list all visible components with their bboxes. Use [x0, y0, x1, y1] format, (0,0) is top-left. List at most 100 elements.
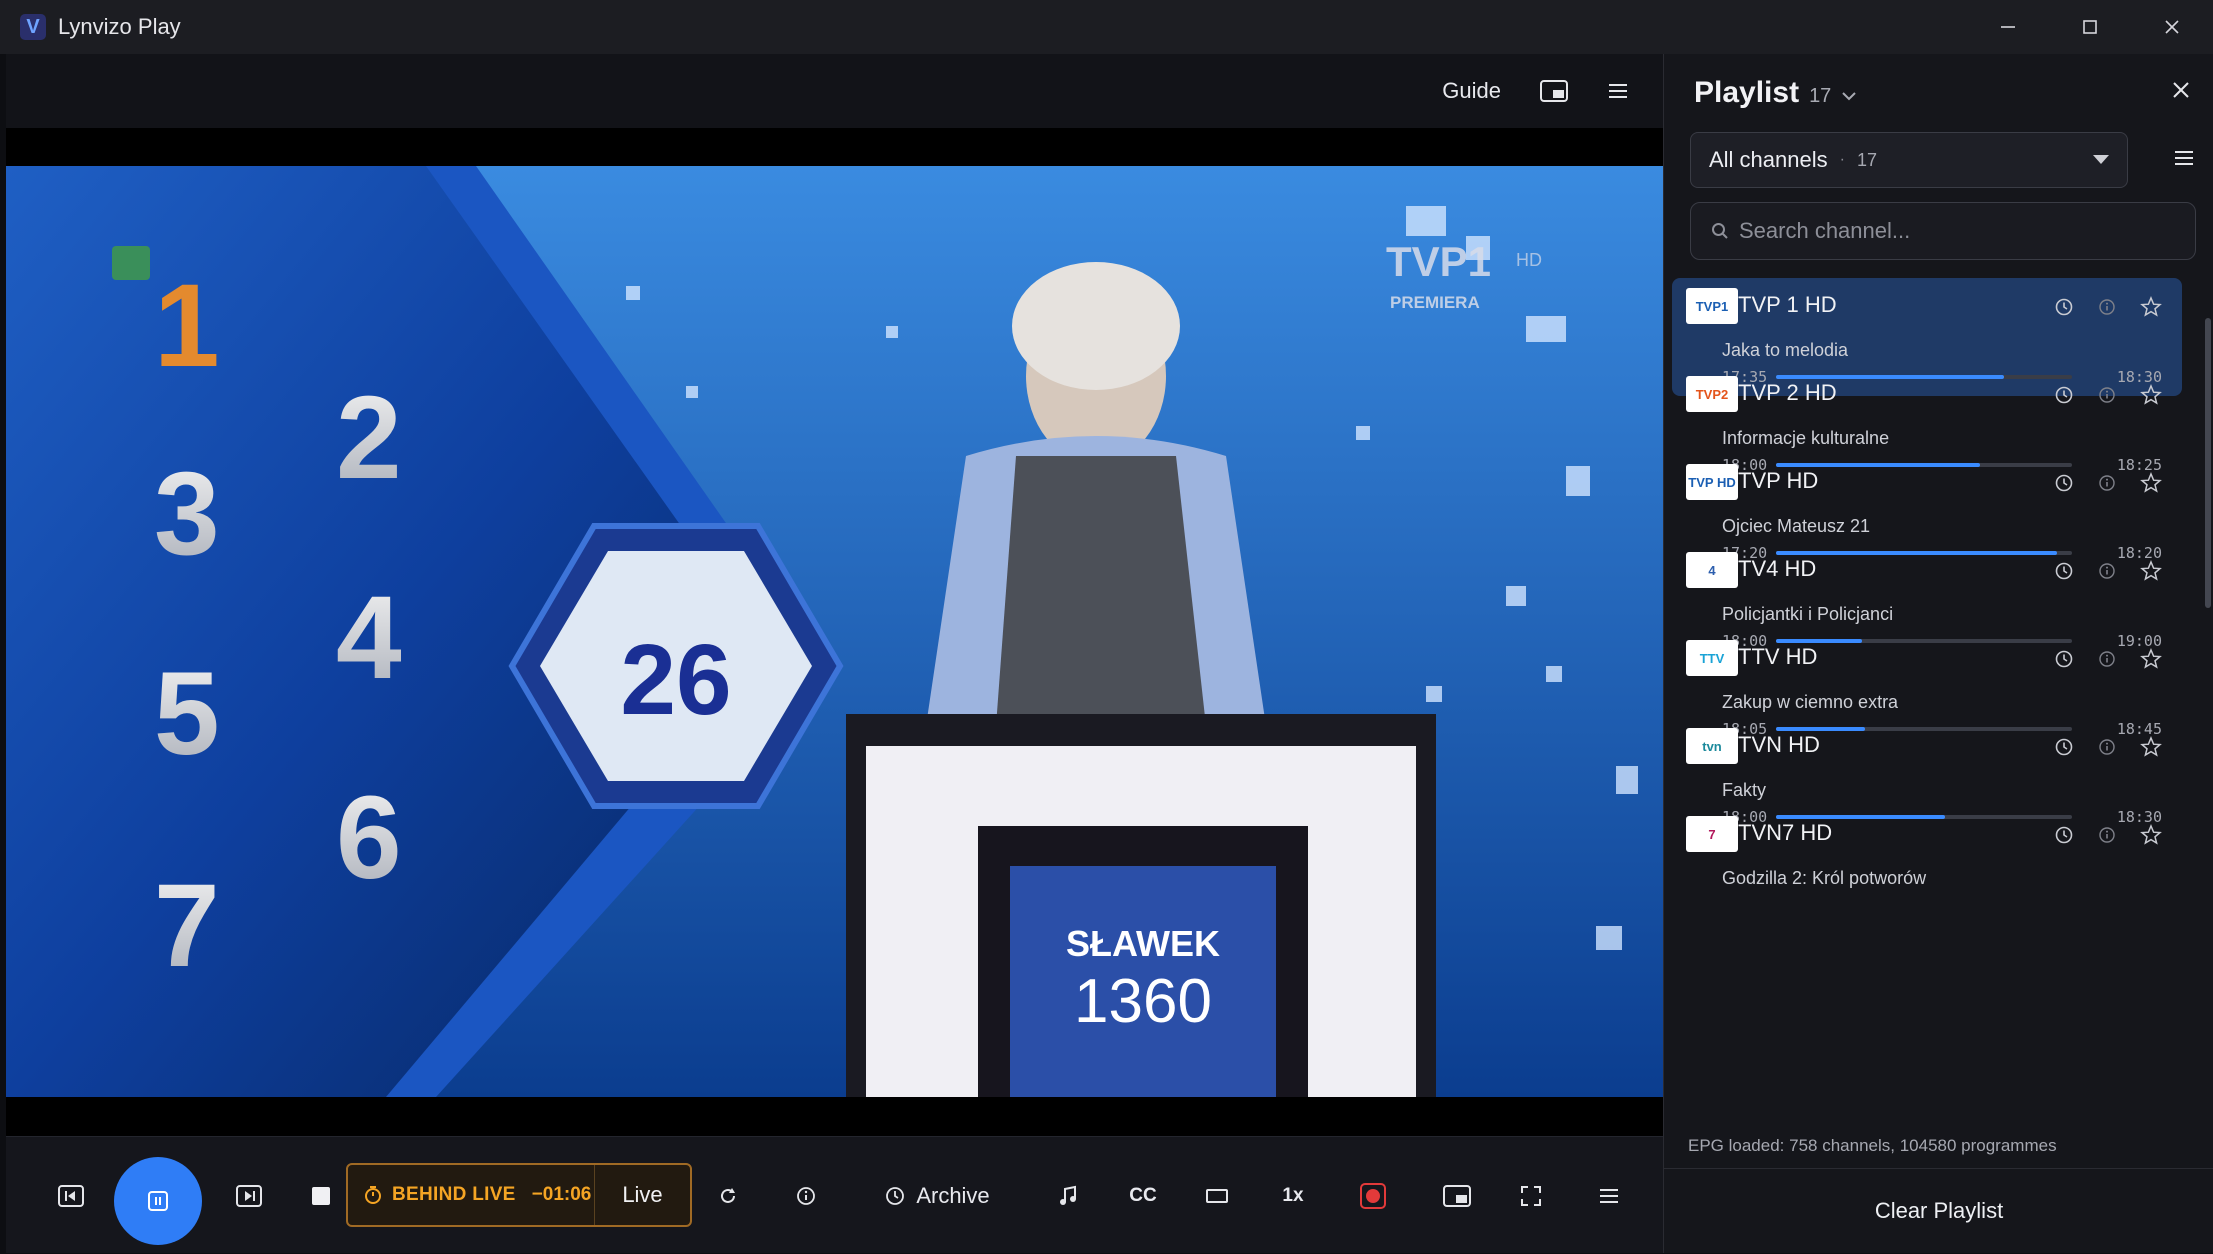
- clear-playlist-button[interactable]: Clear Playlist: [1664, 1168, 2213, 1253]
- channel-name: TVN HD: [1738, 732, 1820, 757]
- controls-menu-button[interactable]: [1584, 1137, 1634, 1254]
- info-button[interactable]: [784, 1137, 828, 1254]
- board-number: 4: [336, 572, 402, 704]
- speed-label: 1x: [1282, 1184, 1304, 1206]
- window-titlebar: V Lynvizo Play: [0, 0, 2213, 54]
- podium-score: 1360: [1074, 967, 1212, 1036]
- playlist-menu-button[interactable]: [2173, 148, 2195, 173]
- channel-group-select[interactable]: All channels · 17: [1690, 132, 2128, 188]
- playback-speed-button[interactable]: 1x: [1268, 1137, 1318, 1254]
- favorite-star-icon[interactable]: [2140, 296, 2162, 318]
- info-icon[interactable]: [2098, 562, 2116, 580]
- channel-group-separator: ·: [1839, 151, 1845, 168]
- channel-actions: [2054, 824, 2162, 846]
- channel-name: TVN7 HD: [1738, 820, 1833, 845]
- window-controls: [1967, 0, 2213, 54]
- board-number: 1: [154, 260, 220, 392]
- stop-icon: [312, 1186, 330, 1205]
- current-program: Zakup w ciemno extra: [1722, 692, 1899, 712]
- channel-search: [1690, 202, 2196, 260]
- info-icon[interactable]: [2098, 298, 2116, 316]
- menu-icon: [1609, 84, 1627, 98]
- fullscreen-button[interactable]: [1506, 1137, 1556, 1254]
- channel-name: TVP 1 HD: [1738, 292, 1837, 317]
- minimize-button[interactable]: [1967, 0, 2049, 54]
- playback-controls: BEHIND LIVE −01:06 Live Archive CC 1x: [6, 1136, 1663, 1253]
- pause-icon: [148, 1191, 168, 1211]
- stop-button[interactable]: [296, 1137, 346, 1254]
- channel-actions: [2054, 648, 2162, 670]
- playlist-count: 17: [1809, 85, 1832, 107]
- channel-actions: [2054, 736, 2162, 758]
- player-menu-button[interactable]: [1607, 81, 1629, 101]
- maximize-button[interactable]: [2049, 0, 2131, 54]
- behind-live-time: −01:06: [531, 1184, 592, 1205]
- next-channel-button[interactable]: [224, 1137, 274, 1254]
- channel-item[interactable]: 7 TVN7 HD Godzilla 2: Król potworów: [1672, 806, 2182, 924]
- archive-clock-icon[interactable]: [2054, 385, 2074, 405]
- player-topbar: Guide: [6, 54, 1663, 128]
- archive-clock-icon[interactable]: [2054, 649, 2074, 669]
- info-icon[interactable]: [2098, 386, 2116, 404]
- favorite-star-icon[interactable]: [2140, 560, 2162, 582]
- video-scene: 1 2 3 4 5 6 7 26 SŁAWEK 1360 TVP1 HD PRE…: [6, 166, 1663, 1097]
- archive-clock-icon[interactable]: [2054, 825, 2074, 845]
- search-input[interactable]: [1739, 218, 2179, 244]
- replay-button[interactable]: [706, 1137, 750, 1254]
- channel-name: TV4 HD: [1738, 556, 1817, 581]
- pip-button[interactable]: [1539, 79, 1569, 103]
- current-program: Ojciec Mateusz 21: [1722, 516, 1871, 536]
- skip-forward-icon: [236, 1184, 262, 1207]
- hex-counter: 26: [620, 624, 731, 736]
- channel-list-scrollbar[interactable]: [2203, 278, 2213, 1116]
- favorite-star-icon[interactable]: [2140, 824, 2162, 846]
- info-icon[interactable]: [2098, 738, 2116, 756]
- subtitles-button[interactable]: CC: [1118, 1137, 1168, 1254]
- board-number: 3: [154, 448, 220, 580]
- aspect-ratio-button[interactable]: [1194, 1137, 1240, 1254]
- close-window-button[interactable]: [2131, 0, 2213, 54]
- archive-clock-icon[interactable]: [2054, 297, 2074, 317]
- favorite-star-icon[interactable]: [2140, 648, 2162, 670]
- favorite-star-icon[interactable]: [2140, 384, 2162, 406]
- channel-logo: TVP1: [1686, 288, 1738, 324]
- archive-clock-icon[interactable]: [2054, 737, 2074, 757]
- channel-logo: TVP HD: [1686, 464, 1738, 500]
- clear-playlist-label: Clear Playlist: [1874, 1198, 2004, 1223]
- audio-track-button[interactable]: [1046, 1137, 1090, 1254]
- current-program: Godzilla 2: Król potworów: [1722, 868, 1927, 888]
- mini-player-button[interactable]: [1432, 1137, 1482, 1254]
- record-button[interactable]: [1348, 1137, 1398, 1254]
- app-logo-icon: V: [20, 14, 46, 40]
- channel-actions: [2054, 560, 2162, 582]
- favorite-star-icon[interactable]: [2140, 472, 2162, 494]
- favorite-star-icon[interactable]: [2140, 736, 2162, 758]
- archive-clock-icon[interactable]: [2054, 561, 2074, 581]
- channel-logo: TTV: [1686, 640, 1738, 676]
- replay-icon: [721, 1187, 735, 1203]
- board-number: 2: [336, 372, 402, 504]
- go-live-button[interactable]: Live: [594, 1165, 690, 1225]
- playlist-header[interactable]: Playlist 17: [1694, 76, 1857, 110]
- guide-button[interactable]: Guide: [1442, 78, 1501, 104]
- previous-channel-button[interactable]: [46, 1137, 96, 1254]
- archive-button[interactable]: Archive: [872, 1137, 1002, 1254]
- video-frame[interactable]: 1 2 3 4 5 6 7 26 SŁAWEK 1360 TVP1 HD PRE…: [6, 166, 1663, 1097]
- channel-group-count: 17: [1856, 149, 1877, 170]
- pause-button[interactable]: [114, 1157, 202, 1245]
- picture-in-picture-icon: [1540, 80, 1568, 102]
- info-icon[interactable]: [2098, 826, 2116, 844]
- letterbox-top: [6, 128, 1663, 166]
- playlist-title: Playlist: [1694, 76, 1800, 109]
- smiley-icon: [112, 246, 150, 280]
- channel-logo: TVP2: [1686, 376, 1738, 412]
- archive-clock-icon[interactable]: [2054, 473, 2074, 493]
- info-icon[interactable]: [2098, 650, 2116, 668]
- epg-status: EPG loaded: 758 channels, 104580 program…: [1688, 1136, 2057, 1155]
- info-icon[interactable]: [2098, 474, 2116, 492]
- scrollbar-thumb[interactable]: [2205, 318, 2211, 608]
- close-playlist-button[interactable]: [2171, 80, 2191, 105]
- channel-actions: [2054, 384, 2162, 406]
- channel-logo: 7: [1686, 816, 1738, 852]
- podium-name: SŁAWEK: [1066, 923, 1220, 964]
